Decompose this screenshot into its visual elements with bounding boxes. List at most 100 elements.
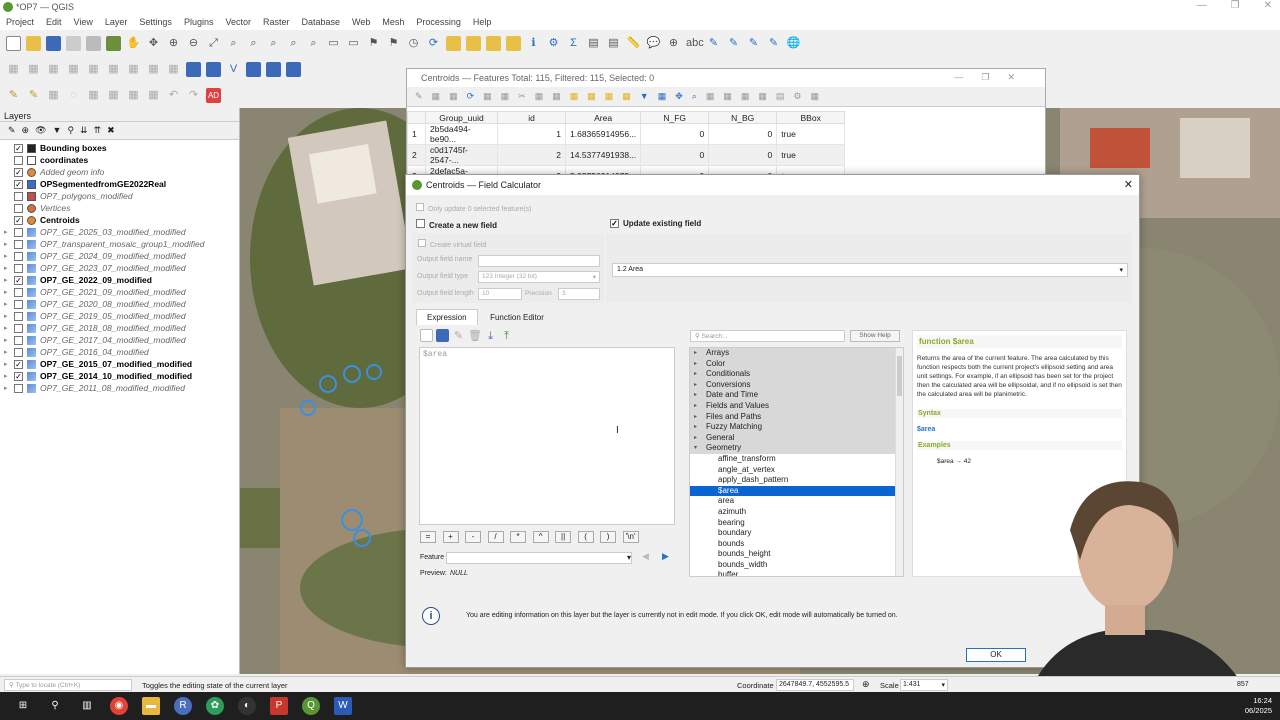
menu-layer[interactable]: Layer <box>105 17 128 27</box>
layer-row[interactable]: ▸ ✓ OP7_GE_2015_07_modified_modified <box>4 358 235 370</box>
function-item[interactable]: affine_transform <box>690 453 903 465</box>
menu-project[interactable]: Project <box>6 17 34 27</box>
create-new-field-checkbox[interactable]: Create a new field <box>416 219 497 230</box>
invert-selection-icon[interactable]: ▦ <box>605 91 614 102</box>
minimize-icon[interactable]: — <box>1197 0 1207 11</box>
layer-row[interactable]: ▸ OP7_GE_2024_09_modified_modified <box>4 250 235 262</box>
close-icon[interactable]: ✕ <box>1264 0 1272 11</box>
operator-minus-button[interactable]: - <box>465 531 482 543</box>
layer-row[interactable]: ✓ Bounding boxes <box>4 142 235 154</box>
column-header[interactable]: Group_uuid <box>425 111 498 124</box>
toolbox-icon[interactable]: ⚙ <box>546 36 561 51</box>
copy-icon[interactable]: ▦ <box>535 91 544 102</box>
annotation-icon[interactable]: 💬 <box>646 36 661 51</box>
previous-feature-icon[interactable]: ◀ <box>642 551 649 562</box>
identify-icon[interactable]: ℹ <box>526 36 541 51</box>
function-group[interactable]: ▸ Color <box>690 358 903 370</box>
function-group[interactable]: ▸ Files and Paths <box>690 411 903 423</box>
close-icon[interactable]: ✕ <box>1124 178 1133 191</box>
table-cell[interactable]: 0 <box>640 123 710 145</box>
data-source-manager-icon[interactable] <box>186 61 201 77</box>
checked-icon[interactable]: ✓ <box>14 167 23 177</box>
tab-expression[interactable]: Expression <box>416 309 478 325</box>
dock-icon[interactable]: ▦ <box>810 91 819 102</box>
function-group[interactable]: ▸ Arrays <box>690 348 903 359</box>
select-value-icon[interactable] <box>466 35 481 51</box>
function-item[interactable]: apply_dash_pattern <box>690 475 903 486</box>
layer-row[interactable]: ▸ OP7_GE_2021_09_modified_modified <box>4 286 235 298</box>
filter-legend-icon[interactable]: ▼ <box>53 125 62 136</box>
add-vector-layer-icon[interactable] <box>206 61 221 77</box>
filter-expression-icon[interactable]: ⚲ <box>67 125 74 136</box>
operator-equals-button[interactable]: = <box>420 531 436 543</box>
save-edits-icon[interactable]: ▦ <box>449 91 458 102</box>
checked-icon[interactable]: ✓ <box>14 179 23 189</box>
expression-editor[interactable]: $area <box>419 347 675 525</box>
only-update-selected-checkbox[interactable]: Only update 0 selected feature(s) <box>416 203 532 213</box>
layer-row[interactable]: ▸ OP7_GE_2025_03_modified_modified <box>4 226 235 238</box>
select-features-icon[interactable] <box>446 35 461 51</box>
task-view-icon[interactable]: ▥ <box>78 697 96 715</box>
taskbar-clock[interactable]: 16:24 06/2025 <box>1245 696 1272 716</box>
menu-processing[interactable]: Processing <box>416 17 461 27</box>
checkbox-icon[interactable] <box>416 219 425 228</box>
expand-icon[interactable]: ▸ <box>4 252 14 260</box>
layer-row[interactable]: OP7_polygons_modified <box>4 190 235 202</box>
qgis-taskbar-icon[interactable]: Q <box>302 697 320 715</box>
function-item[interactable]: buffer <box>690 570 903 576</box>
checked-icon[interactable]: ✓ <box>14 359 23 369</box>
checkbox-icon[interactable] <box>14 299 23 309</box>
multi-edit-icon[interactable]: ▦ <box>432 91 441 102</box>
save-icon[interactable] <box>436 329 449 342</box>
coordinate-field[interactable]: 2647849.7, 4552595.5 <box>776 679 854 691</box>
table-cell[interactable]: 0 <box>708 144 778 166</box>
checked-icon[interactable]: ✓ <box>14 275 23 285</box>
open-attribute-table-icon[interactable]: ▤ <box>586 36 601 51</box>
select-location-icon[interactable] <box>506 35 521 51</box>
function-item[interactable]: azimuth <box>690 506 903 518</box>
operator-newline-button[interactable]: '\n' <box>622 531 639 543</box>
menu-settings[interactable]: Settings <box>139 17 172 27</box>
next-feature-icon[interactable]: ▶ <box>662 551 669 562</box>
layer-row[interactable]: ▸ OP7_transparent_mosaic_group1_modified <box>4 238 235 250</box>
expand-icon[interactable]: ▸ <box>4 312 14 320</box>
layer-row[interactable]: ▸ OP7_GE_2017_04_modified_modified <box>4 334 235 346</box>
new-3d-view-icon[interactable]: ▭ <box>346 36 361 51</box>
checkbox-icon[interactable] <box>14 203 23 213</box>
checkbox-icon[interactable] <box>14 323 23 333</box>
locator-input[interactable]: ⚲ Type to locate (Ctrl+K) <box>4 679 132 691</box>
expand-icon[interactable]: ▸ <box>4 360 14 368</box>
toggle-editing-icon[interactable]: ✎ <box>26 88 41 103</box>
function-group[interactable]: ▸ Fields and Values <box>690 400 903 412</box>
advanced-digitizing-icon[interactable]: AD <box>206 87 221 103</box>
function-group[interactable]: ▸ Conversions <box>690 379 903 391</box>
function-item[interactable]: bounds_width <box>690 559 903 571</box>
reload-icon[interactable]: ⟳ <box>467 91 475 102</box>
layer-row[interactable]: Vertices <box>4 202 235 214</box>
filter-icon[interactable]: ▼ <box>640 91 649 102</box>
function-item[interactable]: angle_at_vertex <box>690 464 903 476</box>
expand-icon[interactable]: ▸ <box>4 228 14 236</box>
add-wms-layer-icon[interactable] <box>266 61 281 77</box>
checked-icon[interactable]: ✓ <box>14 215 23 225</box>
expand-icon[interactable]: ▸ <box>4 300 14 308</box>
globe-icon[interactable]: 🌐 <box>786 36 801 51</box>
layer-row[interactable]: ▸ OP7_GE_2019_05_modified_modified <box>4 310 235 322</box>
output-field-name-input[interactable] <box>478 255 600 267</box>
scale-select[interactable]: 1:431 ▾ <box>900 679 948 691</box>
pan-to-selection-icon[interactable]: ✥ <box>146 36 161 51</box>
zoom-in-icon[interactable]: ⊕ <box>166 36 181 51</box>
new-map-view-icon[interactable]: ▭ <box>326 36 341 51</box>
chrome-icon[interactable]: ◉ <box>110 697 128 715</box>
checkbox-icon[interactable] <box>14 227 23 237</box>
function-item[interactable]: area <box>690 496 903 507</box>
github-icon[interactable]: ◐ <box>238 697 256 715</box>
table-row[interactable]: 1 2b5da494-be90... 1 1.68365914956... 0 … <box>407 123 846 145</box>
deselect-icon[interactable]: ▦ <box>622 91 631 102</box>
scrollbar-thumb[interactable] <box>897 356 902 396</box>
existing-field-select[interactable]: 1.2 Area ▾ <box>612 263 1128 277</box>
toggle-edit-icon[interactable]: ✎ <box>415 91 423 102</box>
digitize-icon[interactable]: ✎ <box>726 36 741 51</box>
operator-close-paren-button[interactable]: ) <box>600 531 617 543</box>
menu-raster[interactable]: Raster <box>263 17 290 27</box>
